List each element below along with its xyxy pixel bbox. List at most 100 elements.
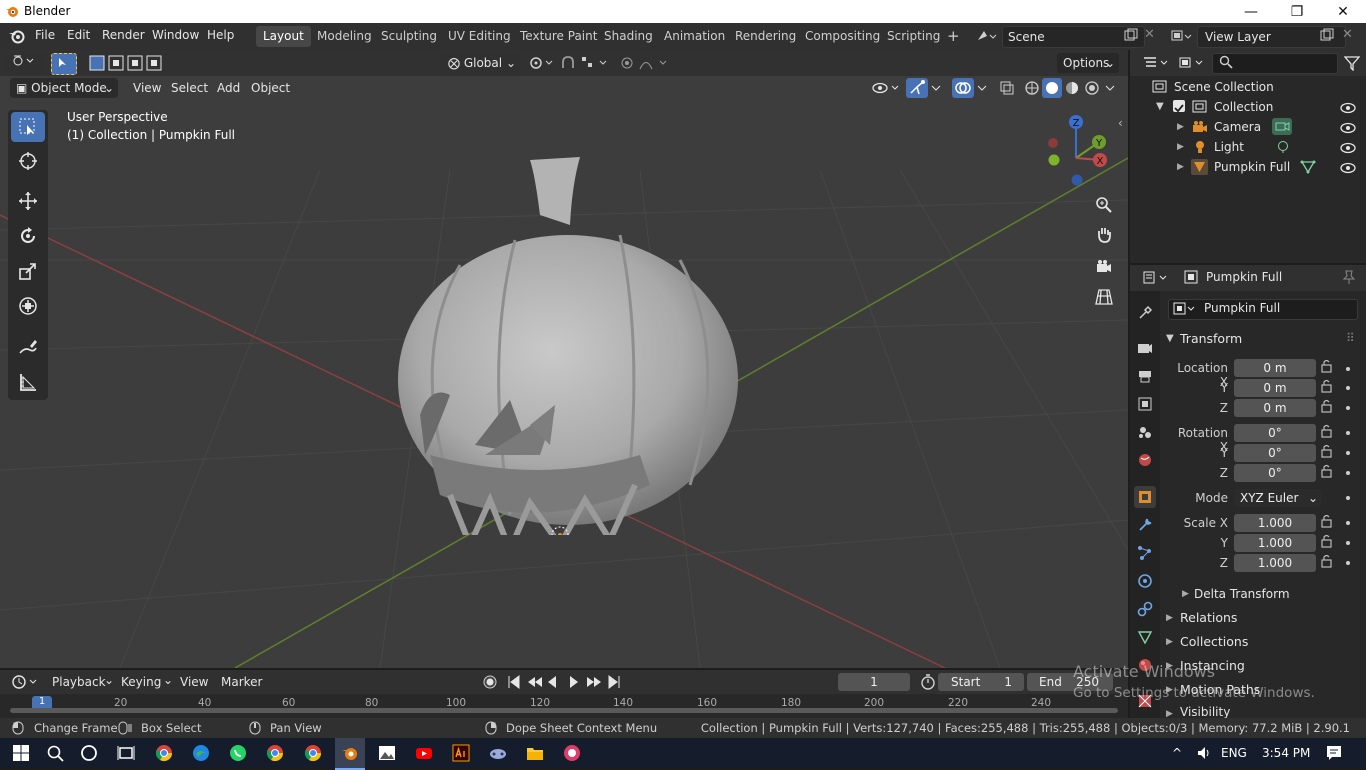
particles-properties-tab-icon[interactable] <box>1134 542 1156 564</box>
viewport-menu-view[interactable]: View <box>133 81 161 95</box>
expand-chevron-icon[interactable]: ▶ <box>1177 137 1184 157</box>
outliner-item-pumpkin-full[interactable]: ▶ Pumpkin Full <box>1130 157 1366 177</box>
viewport-menu-add[interactable]: Add <box>217 81 240 95</box>
location-z-field[interactable]: 0 m <box>1234 399 1316 417</box>
eye-icon[interactable] <box>1340 160 1356 180</box>
tab-rendering[interactable]: Rendering <box>728 26 803 47</box>
transform-tool-icon[interactable] <box>11 291 45 321</box>
timeline-menu-playback[interactable]: Playback <box>52 675 106 689</box>
youtube-icon[interactable] <box>413 742 435 764</box>
blender-menu-icon[interactable] <box>8 28 26 47</box>
transform-orientation-dropdown[interactable]: ⨂ Global ⌄ <box>440 53 520 73</box>
zoom-icon[interactable] <box>1090 191 1118 219</box>
object-properties-tab-icon[interactable] <box>1134 486 1156 508</box>
shading-mode-icons[interactable] <box>1022 78 1102 101</box>
taskbar-search-icon[interactable] <box>44 742 66 764</box>
object-name-field[interactable]: Pumpkin Full <box>1168 299 1358 320</box>
start-frame-field[interactable]: Start 1 <box>938 673 1024 691</box>
tab-compositing[interactable]: Compositing <box>798 26 887 47</box>
gamepad-icon[interactable] <box>487 742 509 764</box>
measure-tool-icon[interactable] <box>11 367 45 397</box>
tab-shading[interactable]: Shading <box>597 26 660 47</box>
record-keyframe-icon[interactable] <box>482 674 498 693</box>
expand-chevron-icon[interactable]: ▶ <box>1166 637 1173 647</box>
pivot-point-icon[interactable] <box>528 55 556 74</box>
scene-properties-tab-icon[interactable] <box>1134 421 1156 443</box>
scale-z-field[interactable]: 1.000 <box>1234 554 1316 572</box>
render-properties-tab-icon[interactable] <box>1134 337 1156 359</box>
view-layer-properties-tab-icon[interactable] <box>1134 393 1156 415</box>
remove-view-layer-icon[interactable]: ✕ <box>1342 27 1353 42</box>
filter-icon[interactable] <box>1343 55 1361 74</box>
tab-scripting[interactable]: Scripting <box>880 26 947 47</box>
view-layer-icon[interactable] <box>1170 28 1192 47</box>
media-app-icon[interactable] <box>561 742 583 764</box>
mesh-data-properties-tab-icon[interactable] <box>1134 626 1156 648</box>
outliner-search-input[interactable] <box>1212 53 1338 74</box>
timeline-menu-view[interactable]: View <box>180 675 208 689</box>
rotation-z-field[interactable]: 0° <box>1234 464 1316 482</box>
chrome-app-icon[interactable] <box>302 742 324 764</box>
scale-x-field[interactable]: 1.000 <box>1234 514 1316 532</box>
chrome-profile-icon[interactable] <box>264 742 286 764</box>
relations-panel[interactable]: Relations <box>1180 610 1237 625</box>
menu-edit[interactable]: Edit <box>67 28 90 42</box>
cursor-tool-icon[interactable] <box>11 146 45 176</box>
pin-icon[interactable] <box>1342 269 1356 288</box>
lock-and-keyframe-icons[interactable] <box>1318 360 1358 570</box>
tab-modeling[interactable]: Modeling <box>310 26 379 47</box>
file-explorer-icon[interactable] <box>524 742 546 764</box>
new-scene-icon[interactable] <box>1124 28 1138 45</box>
blender-taskbar-icon[interactable] <box>335 738 365 770</box>
rotate-tool-icon[interactable] <box>11 221 45 251</box>
show-hidden-icons-chevron-icon[interactable]: ^ <box>1172 746 1182 760</box>
edge-icon[interactable] <box>190 742 212 764</box>
expand-chevron-icon[interactable]: ▶ <box>1177 117 1184 137</box>
outliner-editor-type-icon[interactable] <box>1142 55 1170 74</box>
visibility-selectability-icon[interactable] <box>872 79 902 100</box>
whatsapp-icon[interactable] <box>227 742 249 764</box>
constraints-properties-tab-icon[interactable] <box>1134 598 1156 620</box>
taskbar-clock[interactable]: 3:54 PM <box>1262 746 1310 760</box>
tab-sculpting[interactable]: Sculpting <box>374 26 444 47</box>
viewport-menu-object[interactable]: Object <box>251 81 290 95</box>
input-language[interactable]: ENG <box>1221 746 1247 760</box>
current-frame-field[interactable]: 1 <box>838 673 910 691</box>
notifications-icon[interactable] <box>1325 744 1343 765</box>
physics-properties-tab-icon[interactable] <box>1134 570 1156 592</box>
snap-icon[interactable] <box>560 55 612 74</box>
expand-chevron-icon[interactable]: ▼ <box>1156 97 1164 117</box>
selection-mode-icons[interactable] <box>89 55 169 74</box>
modifier-properties-tab-icon[interactable] <box>1134 514 1156 536</box>
options-dropdown[interactable]: Options ⌄ <box>1057 53 1119 73</box>
annotate-tool-icon[interactable] <box>11 332 45 362</box>
drag-handle-icon[interactable]: ⠿ <box>1346 331 1355 345</box>
pan-hand-icon[interactable] <box>1090 221 1118 249</box>
scale-tool-icon[interactable] <box>11 256 45 286</box>
outliner-item-light[interactable]: ▶ Light <box>1130 137 1366 157</box>
tab-texture-paint[interactable]: Texture Paint <box>513 26 604 47</box>
timeline-menu-keying[interactable]: Keying <box>121 675 161 689</box>
show-gizmo-icon[interactable] <box>906 78 928 98</box>
timeline-scrollbar[interactable] <box>10 708 1118 713</box>
minimize-button[interactable]: — <box>1228 0 1274 23</box>
xray-toggle-icon[interactable] <box>998 79 1016 100</box>
add-workspace-button[interactable]: + <box>940 26 967 47</box>
menu-help[interactable]: Help <box>207 28 234 42</box>
tab-animation[interactable]: Animation <box>657 26 732 47</box>
delta-transform-subpanel[interactable]: Delta Transform <box>1194 587 1290 601</box>
viewport-menu-select[interactable]: Select <box>171 81 208 95</box>
perspective-grid-icon[interactable] <box>1090 283 1118 311</box>
menu-window[interactable]: Window <box>152 28 199 42</box>
image-viewer-icon[interactable] <box>376 742 398 764</box>
tool-properties-tab-icon[interactable] <box>1134 302 1156 324</box>
3d-viewport[interactable]: Z Y X User Perspective (1) Collection | … <box>0 50 1128 668</box>
camera-data-icon[interactable] <box>1272 118 1292 135</box>
timeline-editor-type-icon[interactable] <box>10 673 40 694</box>
rotation-mode-dropdown[interactable]: XYZ Euler ⌄ <box>1234 489 1322 507</box>
exclude-checkbox[interactable] <box>1173 100 1185 113</box>
menu-render[interactable]: Render <box>102 28 145 42</box>
speaker-icon[interactable] <box>1196 744 1214 765</box>
close-button[interactable]: ✕ <box>1320 0 1366 23</box>
scene-icon[interactable] <box>975 28 997 47</box>
